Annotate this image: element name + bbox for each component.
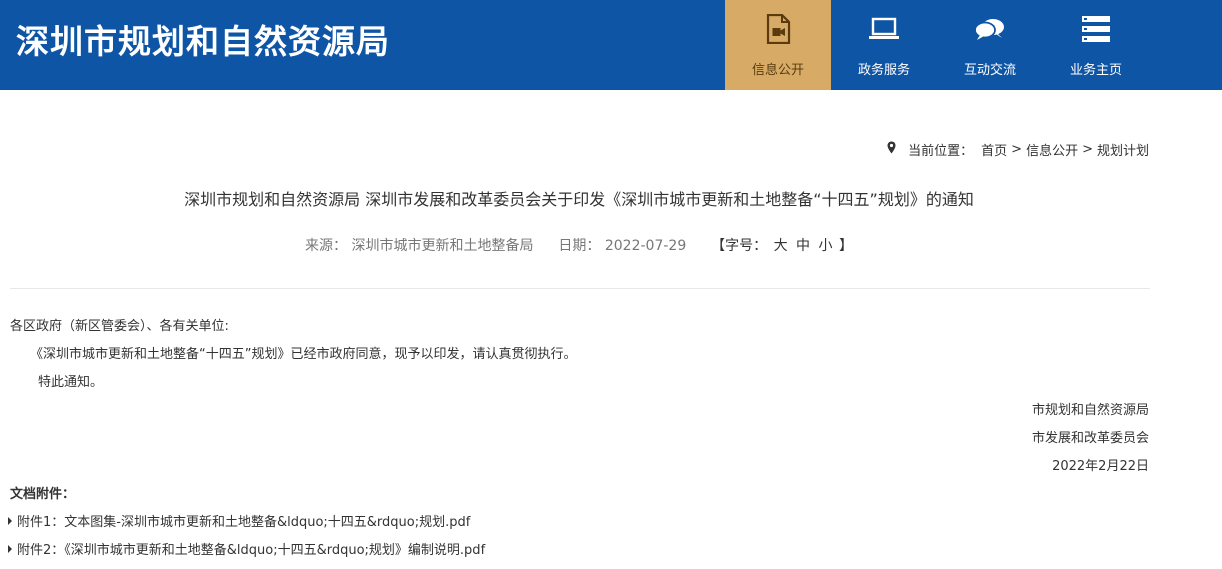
- breadcrumb: 当前位置： 首页 > 信息公开 > 规划计划: [887, 140, 1149, 159]
- breadcrumb-separator: >: [1082, 142, 1093, 157]
- font-size-end: 】: [838, 238, 853, 254]
- source-value: 深圳市城市更新和土地整备局: [351, 238, 534, 254]
- font-size-label: 【字号：: [711, 238, 768, 254]
- main-nav: 信息公开 政务服务 互动交流 业务主页: [725, 0, 1149, 90]
- article-meta: 来源： 深圳市城市更新和土地整备局 日期： 2022-07-29 【字号： 大 …: [0, 235, 1158, 255]
- video-document-icon: [725, 14, 831, 44]
- nav-item-gov-services[interactable]: 政务服务: [831, 0, 937, 90]
- breadcrumb-prefix: 当前位置：: [908, 144, 974, 159]
- breadcrumb-home-link[interactable]: 首页: [981, 140, 1007, 159]
- triangle-bullet-icon: [8, 516, 12, 525]
- closing-text: 特此通知。: [38, 375, 104, 390]
- divider: [10, 288, 1150, 289]
- font-small-button[interactable]: 小: [819, 238, 833, 254]
- breadcrumb-separator: >: [1011, 142, 1023, 157]
- nav-item-interaction[interactable]: 互动交流: [937, 0, 1043, 90]
- source-label: 来源：: [305, 238, 348, 254]
- attachment-label[interactable]: 附件2：《深圳市城市更新和土地整备&ldquo;十四五&rdquo;规划》编制说…: [17, 539, 485, 558]
- nav-label: 政务服务: [857, 63, 910, 78]
- attachment-link[interactable]: 附件2：《深圳市城市更新和土地整备&ldquo;十四五&rdquo;规划》编制说…: [8, 539, 485, 558]
- salutation: 各区政府（新区管委会）、各有关单位:: [10, 319, 229, 334]
- date-value: 2022-07-29: [604, 238, 687, 254]
- location-pin-icon: [887, 141, 896, 158]
- site-header: 深圳市规划和自然资源局 信息公开 政务服务 互动交流 业务主页: [0, 0, 1222, 90]
- font-large-button[interactable]: 大: [774, 238, 788, 254]
- attachments-title: 文档附件：: [10, 487, 76, 502]
- date-label: 日期：: [558, 238, 601, 254]
- server-list-icon: [1043, 14, 1149, 44]
- font-medium-button[interactable]: 中: [796, 238, 810, 254]
- signature-nrb: 市规划和自然资源局: [1031, 403, 1149, 418]
- attachment-link[interactable]: 附件1：文本图集-深圳市城市更新和土地整备&ldquo;十四五&rdquo;规划…: [8, 511, 470, 530]
- triangle-bullet-icon: [8, 544, 12, 553]
- site-title[interactable]: 深圳市规划和自然资源局: [16, 18, 390, 66]
- signature-drc: 市发展和改革委员会: [1031, 431, 1149, 446]
- nav-label: 信息公开: [751, 63, 804, 78]
- article-title: 深圳市规划和自然资源局 深圳市发展和改革委员会关于印发《深圳市城市更新和土地整备…: [184, 190, 974, 209]
- body-paragraph: 《深圳市城市更新和土地整备“十四五”规划》已经市政府同意，现予以印发，请认真贯彻…: [30, 347, 577, 362]
- attachment-label[interactable]: 附件1：文本图集-深圳市城市更新和土地整备&ldquo;十四五&rdquo;规划…: [17, 511, 470, 530]
- nav-label: 业务主页: [1069, 63, 1122, 78]
- nav-label: 互动交流: [963, 63, 1016, 78]
- nav-item-info-disclosure[interactable]: 信息公开: [725, 0, 831, 90]
- sign-date: 2022年2月22日: [1052, 459, 1149, 474]
- nav-item-business-home[interactable]: 业务主页: [1043, 0, 1149, 90]
- laptop-icon: [831, 14, 937, 44]
- chat-bubbles-icon: [937, 14, 1043, 44]
- breadcrumb-planning-link[interactable]: 规划计划: [1097, 140, 1149, 159]
- breadcrumb-info-link[interactable]: 信息公开: [1026, 140, 1078, 159]
